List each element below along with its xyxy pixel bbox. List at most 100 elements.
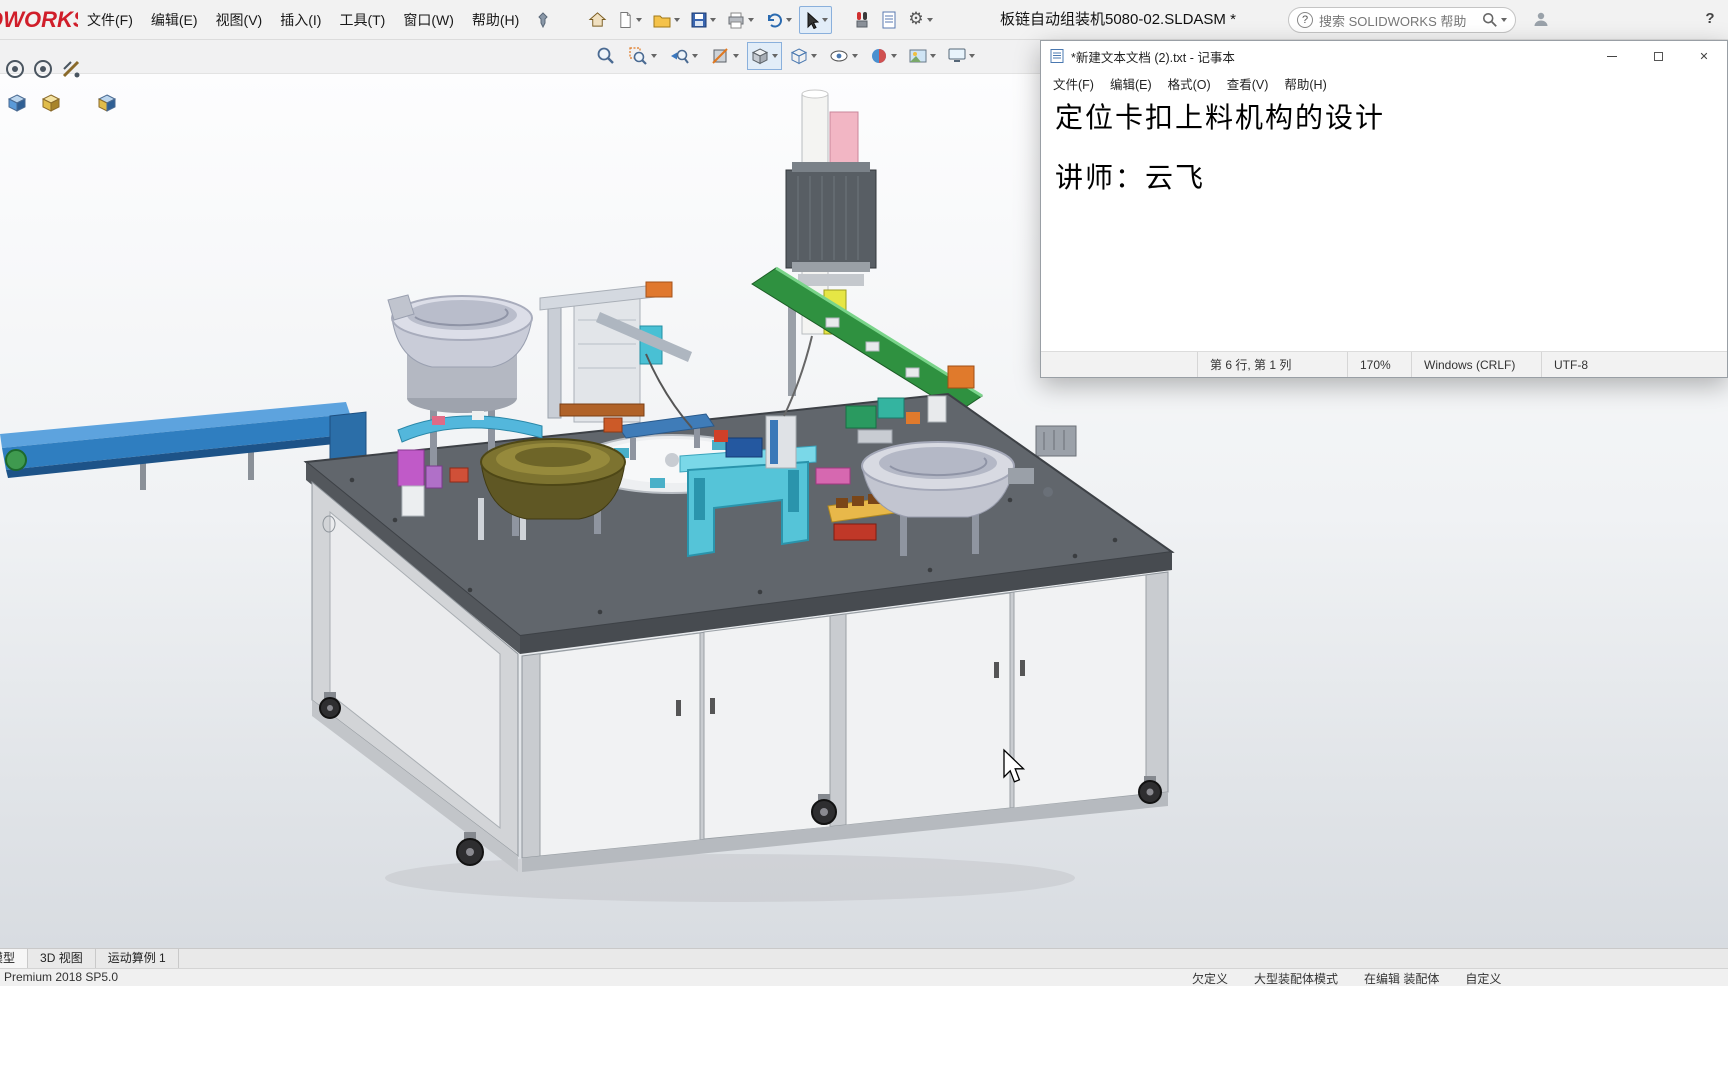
assembly-cube-mixed-button[interactable] [94, 90, 120, 116]
apply-scene-button[interactable] [905, 42, 940, 70]
assembly-cube-blue-button[interactable] [4, 90, 30, 116]
assembly-cube-blue-icon [7, 94, 27, 112]
chevron-down-icon [636, 17, 643, 22]
new-document-button[interactable] [614, 6, 646, 34]
assembly-feature-icons [4, 90, 120, 116]
view-orientation-icon [751, 48, 769, 65]
tab-model[interactable]: 模型 [0, 949, 29, 968]
notepad-menu-format[interactable]: 格式(O) [1160, 74, 1219, 93]
zoom-fit-button[interactable] [592, 42, 620, 70]
headsup-toolbar [592, 42, 979, 70]
new-document-icon [620, 11, 631, 28]
notepad-window[interactable]: *新建文本文档 (2).txt - 记事本 文件(F) 编辑(E) 格式(O) … [1040, 40, 1728, 378]
chevron-down-icon [772, 54, 778, 58]
notepad-line-ending: Windows (CRLF) [1411, 352, 1541, 377]
menu-file[interactable]: 文件(F) [78, 0, 142, 40]
search-help-icon: ? [1297, 12, 1313, 28]
options-button[interactable] [904, 6, 936, 34]
tab-motion-study[interactable]: 运动算例 1 [96, 949, 179, 968]
minimize-icon [1607, 55, 1617, 57]
view-orientation-button[interactable] [747, 42, 782, 70]
chevron-down-icon[interactable] [1501, 18, 1507, 22]
measure-icon [62, 60, 80, 78]
maximize-button[interactable] [1635, 41, 1681, 71]
notepad-text-line: 定位卡扣上料机构的设计 [1055, 101, 1386, 134]
notepad-menu-view[interactable]: 查看(V) [1219, 74, 1277, 93]
menu-view[interactable]: 视图(V) [207, 0, 272, 40]
tab-3d-views[interactable]: 3D 视图 [28, 949, 96, 968]
status-editing-assembly: 在编辑 装配体 [1364, 972, 1440, 986]
hide-show-items-icon [830, 50, 848, 62]
chevron-down-icon [822, 17, 829, 22]
view-settings-button[interactable] [944, 42, 979, 70]
user-account-button[interactable] [1532, 10, 1550, 33]
previous-view-icon [671, 49, 689, 64]
notepad-menu-help[interactable]: 帮助(H) [1276, 74, 1334, 93]
pin-icon[interactable] [536, 11, 550, 28]
chevron-down-icon [930, 54, 936, 58]
undo-button[interactable] [761, 6, 796, 34]
notepad-encoding: UTF-8 [1541, 352, 1727, 377]
select-cursor-icon [807, 11, 820, 29]
print-button[interactable] [723, 6, 758, 34]
options-gear-icon [908, 10, 923, 29]
notepad-line-col: 第 6 行, 第 1 列 [1197, 352, 1347, 377]
view-settings-icon [948, 48, 966, 62]
edit-appearance-button[interactable] [866, 42, 901, 70]
menu-help[interactable]: 帮助(H) [463, 0, 528, 40]
display-style-button[interactable] [786, 42, 821, 70]
status-large-assembly-mode: 大型装配体模式 [1254, 972, 1339, 986]
chevron-down-icon [674, 17, 681, 22]
status-version: Premium 2018 SP5.0 [4, 970, 119, 984]
assembly-cube-yellow-icon [41, 94, 61, 112]
notepad-text-area[interactable]: 定位卡扣上料机构的设计 讲师：云飞 [1041, 95, 1727, 351]
minimize-button[interactable] [1589, 41, 1635, 71]
notepad-zoom-level: 170% [1347, 352, 1411, 377]
close-button[interactable] [1681, 41, 1727, 71]
status-customize[interactable]: 自定义 [1465, 970, 1501, 987]
chevron-down-icon [969, 54, 975, 58]
menu-tools[interactable]: 工具(T) [330, 0, 394, 40]
chevron-down-icon [651, 54, 657, 58]
target-circle-button[interactable] [2, 56, 28, 82]
notepad-menu-edit[interactable]: 编辑(E) [1102, 74, 1160, 93]
help-button[interactable] [1700, 9, 1720, 29]
open-button[interactable] [649, 6, 684, 34]
hide-show-items-button[interactable] [825, 42, 862, 70]
chevron-down-icon [811, 54, 817, 58]
measure-button[interactable] [58, 56, 84, 82]
notepad-statusbar: 第 6 行, 第 1 列 170% Windows (CRLF) UTF-8 [1041, 351, 1727, 377]
previous-view-button[interactable] [665, 42, 702, 70]
design-report-button[interactable] [877, 6, 901, 34]
close-icon [1699, 47, 1708, 65]
section-view-icon [712, 48, 728, 64]
select-cursor-button[interactable] [799, 5, 833, 34]
standard-toolbar [584, 5, 936, 34]
notepad-text-line: 讲师：云飞 [1055, 161, 1206, 194]
assembly-cube-yellow-button[interactable] [38, 90, 64, 116]
section-view-button[interactable] [706, 42, 743, 70]
chevron-down-icon [786, 17, 793, 22]
chevron-down-icon [748, 17, 755, 22]
left-view-tools [2, 56, 84, 82]
notepad-text-line [1055, 133, 1713, 163]
search-icon[interactable] [1482, 12, 1498, 28]
save-icon [691, 12, 707, 27]
menu-insert[interactable]: 插入(I) [271, 0, 330, 40]
menu-window[interactable]: 窗口(W) [394, 0, 463, 40]
display-style-icon [790, 48, 808, 65]
notepad-titlebar[interactable]: *新建文本文档 (2).txt - 记事本 [1041, 41, 1727, 71]
toolbox-addin-button[interactable] [850, 6, 874, 34]
notepad-menu-file[interactable]: 文件(F) [1045, 74, 1102, 93]
chevron-down-icon [692, 54, 698, 58]
chevron-down-icon [926, 17, 933, 22]
save-button[interactable] [687, 6, 720, 34]
chevron-down-icon [852, 54, 858, 58]
search-placeholder: 搜索 SOLIDWORKS 帮助 [1319, 13, 1467, 29]
chevron-down-icon [733, 54, 739, 58]
search-input[interactable]: ? 搜索 SOLIDWORKS 帮助 [1288, 7, 1516, 33]
target-circle-button[interactable] [30, 56, 56, 82]
zoom-area-button[interactable] [624, 42, 661, 70]
home-button[interactable] [584, 6, 611, 34]
menu-edit[interactable]: 编辑(E) [142, 0, 207, 40]
